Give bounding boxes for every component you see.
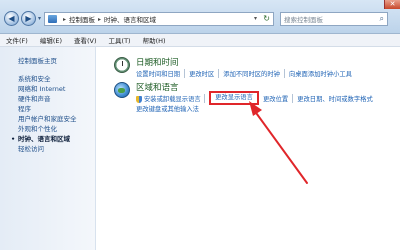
forward-arrow-icon: ▶ [25,14,32,23]
clock-icon[interactable] [114,57,130,73]
recent-pages-dropdown-icon[interactable]: ▾ [38,15,41,22]
link-change-display-language[interactable]: 更改显示语言 [209,91,259,105]
main-panel: 日期和时间 设置时间和日期 更改时区 添加不同时区的时钟 向桌面添加时钟小工具 … [96,47,400,250]
sidebar-item-user-accounts[interactable]: 用户帐户和家庭安全 [18,114,95,124]
close-button[interactable]: ✕ [384,0,400,9]
sidebar-item-hardware-sound[interactable]: 硬件和声音 [18,94,95,104]
sidebar-home-link[interactable]: 控制面板主页 [18,55,95,65]
search-input[interactable]: 搜索控制面板 ⌕ [280,12,388,26]
search-placeholder: 搜索控制面板 [284,16,323,24]
control-panel-icon [48,15,57,23]
link-install-display-language-label: 安装或卸载显示语言 [144,96,201,103]
uac-shield-icon [136,95,142,103]
sidebar-item-clock-language-region[interactable]: 时钟、语言和区域 [11,134,95,144]
region-links-row2: 更改键盘或其他输入法 [136,104,199,113]
address-bar[interactable]: ▸ 控制面板 ▸ 时钟、语言和区域 ▾ ↻ [44,12,274,26]
link-change-location[interactable]: 更改位置 [263,94,294,103]
link-set-time-date[interactable]: 设置时间和日期 [136,69,186,78]
sidebar-item-network[interactable]: 网络和 Internet [18,84,95,94]
link-change-date-format[interactable]: 更改日期、时间或数字格式 [297,94,373,103]
menu-view[interactable]: 查看(V) [74,35,97,45]
sidebar-item-appearance[interactable]: 外观和个性化 [18,124,95,134]
sidebar-item-system-security[interactable]: 系统和安全 [18,74,95,84]
breadcrumb-chevron-icon[interactable]: ▸ [63,16,66,23]
forward-button[interactable]: ▶ [21,11,36,26]
link-change-keyboard[interactable]: 更改键盘或其他输入法 [136,104,199,113]
menu-tools[interactable]: 工具(T) [109,35,131,45]
datetime-title[interactable]: 日期和时间 [136,56,179,68]
link-add-clocks[interactable]: 添加不同时区的时钟 [223,69,285,78]
breadcrumb-control-panel[interactable]: 控制面板 [69,14,95,24]
back-arrow-icon: ◀ [8,14,15,23]
breadcrumb-clock-language-region[interactable]: 时钟、语言和区域 [104,14,156,24]
menu-help[interactable]: 帮助(H) [143,35,166,45]
sidebar: 控制面板主页 系统和安全 网络和 Internet 硬件和声音 程序 用户帐户和… [0,47,96,250]
title-bar: ◀ ▶ ▾ ▸ 控制面板 ▸ 时钟、语言和区域 ▾ ↻ 搜索控制面板 ⌕ ✕ [0,0,400,34]
sidebar-item-ease-of-access[interactable]: 轻松访问 [18,144,95,154]
refresh-icon[interactable]: ↻ [263,14,270,23]
globe-icon[interactable] [114,82,130,98]
link-install-display-language[interactable]: 安装或卸载显示语言 [136,94,205,103]
menu-bar: 文件(F) 编辑(E) 查看(V) 工具(T) 帮助(H) [0,34,400,47]
link-add-clock-gadget[interactable]: 向桌面添加时钟小工具 [289,69,352,78]
address-dropdown-icon[interactable]: ▾ [254,15,257,22]
region-links-row1b: 更改位置 更改日期、时间或数字格式 [263,94,373,103]
sidebar-item-programs[interactable]: 程序 [18,104,95,114]
region-language-title[interactable]: 区域和语言 [136,81,179,93]
search-icon[interactable]: ⌕ [380,14,384,24]
datetime-links: 设置时间和日期 更改时区 添加不同时区的时钟 向桌面添加时钟小工具 [136,69,352,78]
menu-file[interactable]: 文件(F) [6,35,28,45]
region-links-row1: 安装或卸载显示语言 [136,94,209,103]
breadcrumb-chevron-icon[interactable]: ▸ [98,16,101,23]
back-button[interactable]: ◀ [4,11,19,26]
menu-edit[interactable]: 编辑(E) [40,35,62,45]
link-change-timezone[interactable]: 更改时区 [189,69,220,78]
